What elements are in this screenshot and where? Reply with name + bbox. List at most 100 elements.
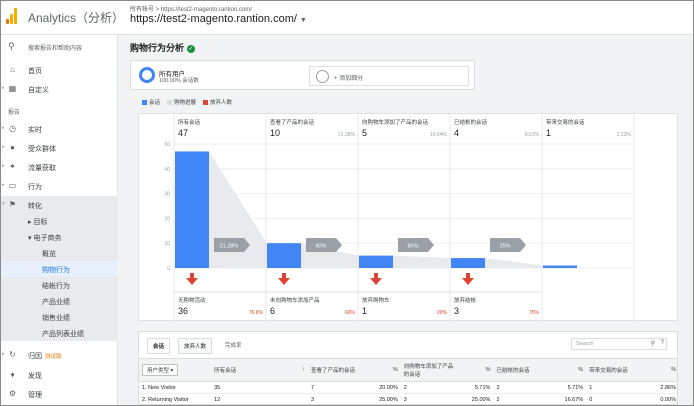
session-bar-3	[359, 255, 393, 268]
app-title[interactable]: Analytics（分析）	[28, 9, 124, 26]
stage-percent: 10.64%	[430, 132, 448, 138]
sidebar-item-overview[interactable]: 概览	[1, 245, 118, 261]
col-header[interactable]: %	[645, 358, 677, 382]
behavior-icon: ▭	[8, 181, 17, 190]
col-header[interactable]: 所有会话 ↓	[211, 358, 308, 382]
sidebar-item-attribution[interactable]: ▸ ↻ 归因 测试版	[1, 346, 118, 363]
sidebar-item-home[interactable]: ⌂ 首页	[1, 61, 118, 78]
dimension-header[interactable]: 用户类型 ▾	[139, 358, 212, 382]
abandon-arrow-head	[278, 278, 290, 285]
expand-arrow-icon: ▸	[2, 125, 5, 131]
col-header[interactable]: 带来交易的会话	[586, 358, 646, 382]
sidebar-item-audience[interactable]: ▸ ● 受众群体	[1, 139, 118, 156]
abandon-arrow-head	[462, 278, 474, 285]
analytics-logo-icon[interactable]	[6, 8, 18, 24]
dashboard-icon: ▦	[8, 84, 17, 93]
abandon-value: 1	[362, 306, 367, 316]
data-table-card: 会话 放弃人数 完成率 Search ⚲ ? 用户类型 ▾ 所有会话 ↓ 查看了产…	[138, 331, 678, 405]
stage-label: 带来交易的会话	[546, 118, 585, 126]
shopping-funnel-chart: 0 10 20 30 40 50 所有会话 47 查看了产品的会话 10 21.28% 向购物车添加了…	[138, 113, 678, 322]
abandon-arrow-head	[370, 278, 382, 285]
sidebar-item-ecommerce[interactable]: ▾ 电子商务	[1, 229, 118, 245]
table-cell: 25.00%	[367, 393, 401, 404]
table-search-input[interactable]: Search ⚲ ?	[571, 338, 667, 350]
stage-value: 5	[362, 128, 367, 138]
collapse-arrow-icon: ▾	[2, 201, 5, 207]
sidebar-search[interactable]: ⚲ 搜索报告和帮助内容	[1, 37, 118, 55]
help-icon[interactable]: ?	[661, 340, 664, 346]
stage-value: 4	[454, 128, 459, 138]
sidebar-item-discover[interactable]: ♦ 发现	[1, 366, 118, 383]
row-dimension[interactable]: 1. New Visitor	[139, 381, 212, 394]
row-dimension[interactable]: 2. Returning Visitor	[139, 393, 212, 404]
segment-bar: 所有用户 100.00% 会话数 + 添加细分	[130, 60, 475, 90]
abandon-label: 放弃结帐	[454, 296, 477, 304]
tab-completion-rate[interactable]: 完成率	[220, 338, 247, 354]
col-header[interactable]: 已结帐的会话	[493, 358, 554, 382]
breadcrumb[interactable]: 所有帐号 > https://test2-magento.rantion.com…	[130, 4, 252, 13]
table-cell: 35	[211, 381, 308, 394]
abandon-value: 36	[178, 306, 188, 316]
table-cell: 25.00%	[460, 393, 494, 404]
table-cell: 5.71%	[460, 381, 494, 394]
sidebar-item-customization[interactable]: ▸ ▦ 自定义	[1, 80, 118, 97]
segment-all-users[interactable]: 所有用户 100.00% 会话数	[136, 66, 296, 86]
sort-arrow-icon: ↓	[302, 366, 305, 372]
sidebar-item-admin[interactable]: ⚙ 管理	[1, 385, 118, 402]
data-table: 用户类型 ▾ 所有会话 ↓ 查看了产品的会话 % 向购物车添加了产品的会话 % 已…	[139, 358, 677, 404]
legend-swatch	[167, 99, 173, 105]
sidebar-item-checkout-behavior[interactable]: 结帐行为	[1, 277, 118, 293]
col-header[interactable]: %	[553, 358, 587, 382]
table-tabs: 会话 放弃人数 完成率	[147, 338, 247, 354]
progress-band	[485, 258, 543, 268]
sidebar-item-shopping-behavior[interactable]: 购物行为	[1, 261, 118, 277]
person-icon: ●	[10, 143, 15, 152]
dimension-selector[interactable]: 用户类型 ▾	[142, 364, 179, 376]
table-row: 1. New Visitor 35 7 20.00% 2 5.71% 2 5.7…	[139, 381, 677, 394]
search-icon[interactable]: ⚲	[651, 340, 655, 347]
expand-arrow-icon: ▸	[2, 163, 5, 169]
sidebar-item-goals[interactable]: ▸ 目标	[1, 213, 118, 229]
legend-label: 会话	[149, 100, 161, 106]
attribution-icon: ↻	[9, 350, 16, 359]
conversion-rate-label: 80%	[407, 244, 418, 250]
stage-percent: 21.28%	[338, 132, 356, 138]
sidebar-item-realtime[interactable]: ▸ ◷ 实时	[1, 120, 118, 137]
legend-label: 放弃人数	[210, 100, 233, 106]
sidebar-item-acquisition[interactable]: ▸ ✦ 流量获取	[1, 158, 118, 175]
expand-arrow-icon: ▸	[2, 144, 5, 150]
home-icon: ⌂	[10, 65, 15, 74]
bulb-icon: ♦	[10, 370, 15, 379]
beta-badge: 测试版	[45, 354, 62, 360]
sidebar-item-product-performance[interactable]: 产品业绩	[1, 293, 118, 309]
chart-legend: 会话 购物进展 放弃人数	[142, 98, 232, 106]
sidebar-item-label: 销售业绩	[42, 315, 70, 322]
abandon-arrow-shaft	[466, 273, 470, 278]
stage-label: 向购物车添加了产品的会话	[362, 118, 429, 126]
sidebar-item-product-list-performance[interactable]: 产品列表业绩	[1, 325, 118, 341]
sidebar-item-behavior[interactable]: ▸ ▭ 行为	[1, 177, 118, 194]
abandon-arrow-shaft	[374, 273, 378, 278]
sidebar-item-label: 自定义	[28, 87, 49, 94]
add-segment-button[interactable]: + 添加细分	[309, 66, 469, 86]
sidebar-item-label: 转化	[28, 203, 42, 210]
sidebar-item-conversions[interactable]: ▾ ⚑ 转化	[1, 196, 118, 213]
col-header[interactable]: 向购物车添加了产品的会话	[400, 358, 461, 382]
property-selector[interactable]: https://test2-magento.rantion.com/▼	[130, 13, 307, 25]
col-header[interactable]: %	[460, 358, 494, 382]
expand-arrow-icon: ▸	[2, 85, 5, 91]
sidebar-item-sales-performance[interactable]: 销售业绩	[1, 309, 118, 325]
abandon-value: 6	[270, 306, 275, 316]
page-title: 购物行为分析 ✓	[130, 43, 196, 53]
tab-abandons[interactable]: 放弃人数	[178, 338, 213, 354]
table-header-row: 用户类型 ▾ 所有会话 ↓ 查看了产品的会话 % 向购物车添加了产品的会话 % 已…	[139, 358, 677, 382]
sidebar-item-label: ▸ 目标	[28, 219, 48, 226]
col-header[interactable]: %	[367, 358, 401, 382]
sidebar-item-label: ▾ 电子商务	[28, 235, 62, 242]
verified-check-icon: ✓	[187, 45, 196, 53]
tab-sessions[interactable]: 会话	[147, 338, 171, 354]
col-header[interactable]: 查看了产品的会话	[307, 358, 368, 382]
stage-value: 10	[270, 128, 280, 138]
sidebar-item-label: 首页	[28, 68, 42, 75]
session-bar-2	[267, 243, 301, 268]
